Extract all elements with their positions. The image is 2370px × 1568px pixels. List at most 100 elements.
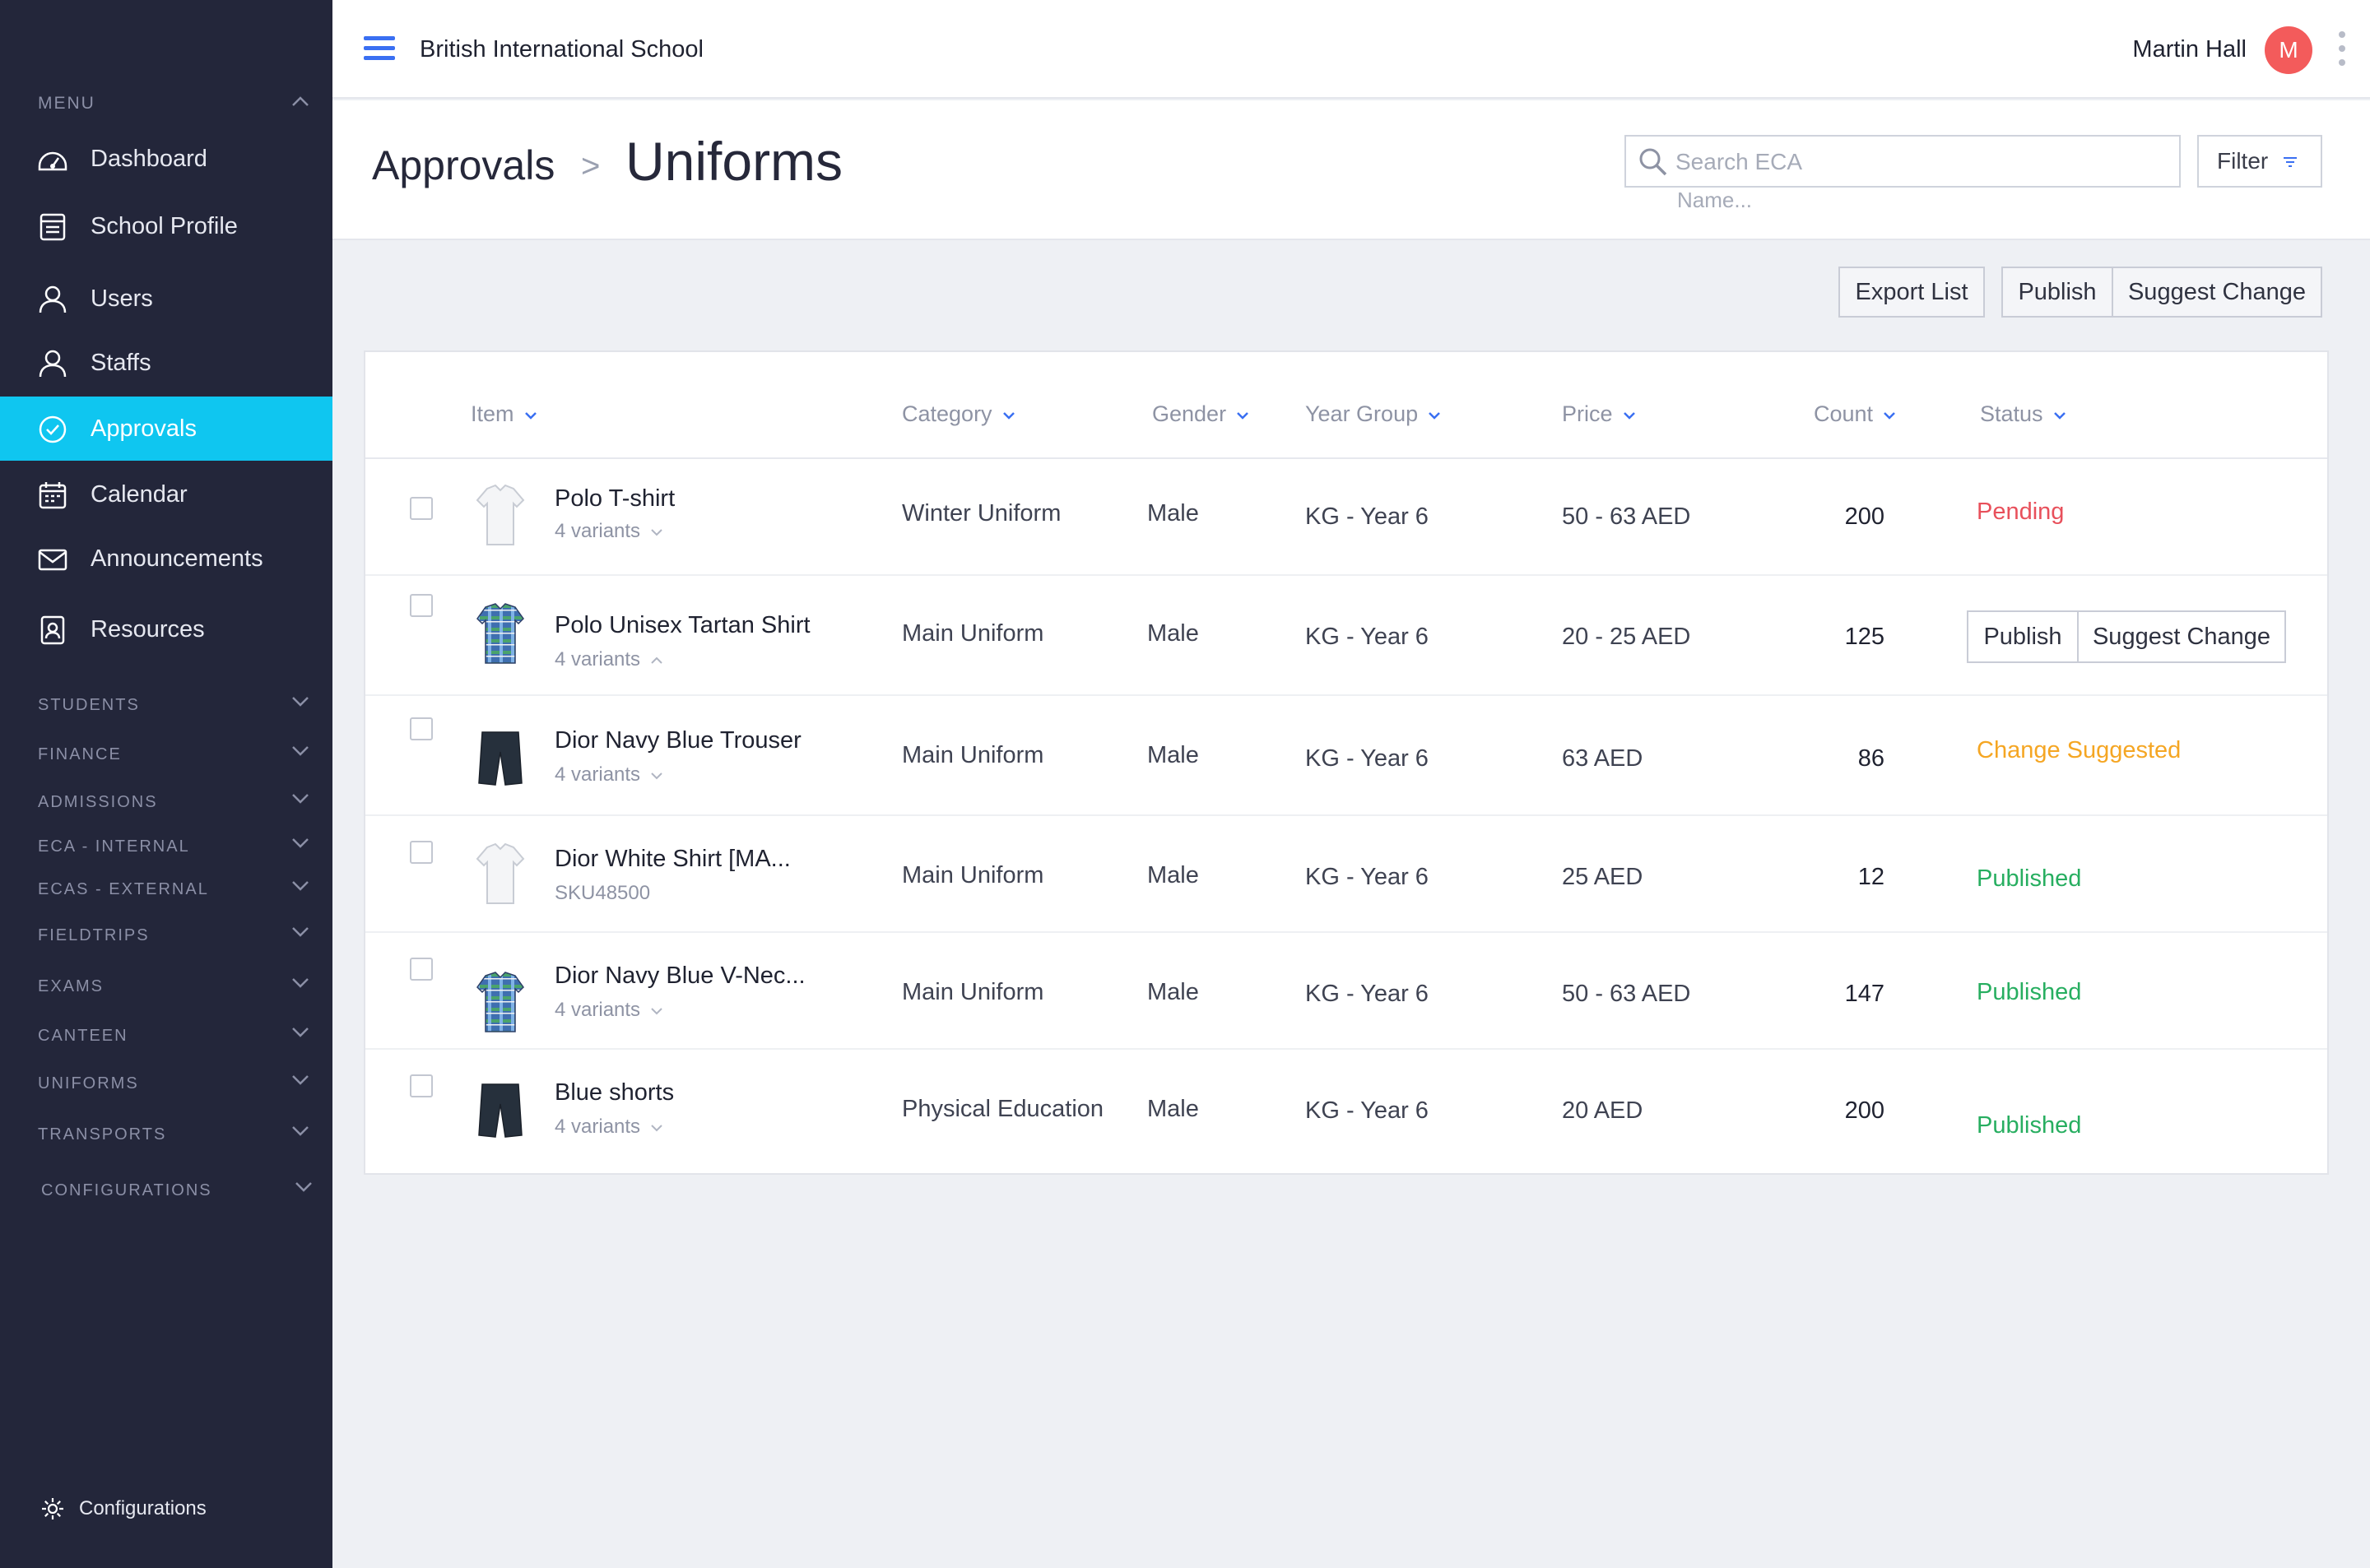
- table-row[interactable]: Blue shorts 4 variants Physical Educatio…: [365, 1050, 2327, 1173]
- sidebar-section-fieldtrips[interactable]: FIELDTRIPS: [38, 926, 309, 946]
- chevron-down-icon: [651, 1124, 662, 1132]
- table-row[interactable]: Polo T-shirt 4 variants Winter Uniform M…: [365, 459, 2327, 576]
- cell-price: 25 AED: [1562, 864, 1643, 890]
- suggest-change-button[interactable]: Suggest Change: [2112, 267, 2322, 318]
- item-variants[interactable]: 4 variants: [555, 1116, 663, 1139]
- sidebar-section-label: ECA - INTERNAL: [38, 837, 190, 856]
- table-row[interactable]: Dior White Shirt [MA... SKU48500 Main Un…: [365, 816, 2327, 933]
- chevron-down-icon: [2053, 411, 2066, 420]
- sidebar-section-configurations[interactable]: CONFIGURATIONS: [41, 1181, 313, 1201]
- sidebar-item-calendar[interactable]: Calendar: [0, 462, 332, 527]
- item-name[interactable]: Dior Navy Blue Trouser: [555, 727, 802, 754]
- sidebar-section-label: FIELDTRIPS: [38, 926, 150, 944]
- sidebar-item-label: Resources: [91, 615, 205, 643]
- item-name[interactable]: Polo Unisex Tartan Shirt: [555, 612, 811, 639]
- search-box[interactable]: [1624, 135, 2181, 188]
- chevron-down-icon: [292, 1126, 309, 1136]
- sidebar-section-students[interactable]: STUDENTS: [38, 696, 309, 716]
- more-options-icon[interactable]: [2339, 31, 2347, 69]
- sidebar-item-dashboard[interactable]: Dashboard: [0, 127, 332, 191]
- filter-button[interactable]: Filter: [2197, 135, 2322, 188]
- sidebar-item-label: Announcements: [91, 545, 263, 572]
- row-publish-button[interactable]: Publish: [1967, 610, 2079, 663]
- sidebar-configurations-link[interactable]: Configurations: [40, 1494, 207, 1524]
- row-checkbox[interactable]: [410, 841, 433, 864]
- column-header-count[interactable]: Count: [1814, 401, 1896, 427]
- row-checkbox[interactable]: [410, 958, 433, 981]
- item-variants[interactable]: 4 variants: [555, 763, 663, 786]
- export-list-button[interactable]: Export List: [1838, 267, 1985, 318]
- sidebar-section-eca-internal[interactable]: ECA - INTERNAL: [38, 837, 309, 857]
- sidebar-item-label: Calendar: [91, 480, 188, 508]
- column-header-item[interactable]: Item: [471, 401, 537, 427]
- search-input[interactable]: [1675, 146, 2169, 178]
- sidebar-item-users[interactable]: Users: [0, 267, 332, 331]
- school-name: British International School: [420, 36, 704, 63]
- table-row[interactable]: Polo Unisex Tartan Shirt 4 variants Main…: [365, 576, 2327, 696]
- search-icon: [1639, 148, 1667, 176]
- row-checkbox[interactable]: [410, 717, 433, 740]
- tartan-shirt-icon: [476, 972, 524, 1032]
- avatar[interactable]: M: [2265, 26, 2312, 74]
- column-header-status[interactable]: Status: [1980, 401, 2066, 427]
- chevron-down-icon: [292, 978, 309, 988]
- column-header-price[interactable]: Price: [1562, 401, 1636, 427]
- cell-year-group: KG - Year 6: [1305, 745, 1429, 772]
- chevron-up-icon: [651, 656, 662, 664]
- row-suggest-change-button[interactable]: Suggest Change: [2077, 610, 2286, 663]
- chevron-down-icon: [292, 794, 309, 804]
- hamburger-menu-icon[interactable]: [364, 36, 395, 64]
- sidebar-item-resources[interactable]: Resources: [0, 597, 332, 661]
- menu-heading[interactable]: MENU: [38, 94, 309, 113]
- menu-heading-label: MENU: [38, 94, 95, 113]
- sidebar-item-school-profile[interactable]: School Profile: [0, 194, 332, 258]
- publish-button[interactable]: Publish: [2001, 267, 2113, 318]
- item-sku: SKU48500: [555, 882, 651, 904]
- column-header-year-group[interactable]: Year Group: [1305, 401, 1441, 427]
- item-variants[interactable]: 4 variants: [555, 520, 663, 543]
- sidebar-item-approvals[interactable]: Approvals: [0, 397, 332, 461]
- calendar-icon: [39, 482, 67, 509]
- table-row[interactable]: Dior Navy Blue V-Nec... 4 variants Main …: [365, 933, 2327, 1050]
- item-name[interactable]: Blue shorts: [555, 1079, 674, 1106]
- sidebar-section-transports[interactable]: TRANSPORTS: [38, 1125, 309, 1145]
- item-variants[interactable]: 4 variants: [555, 999, 663, 1022]
- row-checkbox[interactable]: [410, 497, 433, 520]
- sidebar-section-canteen[interactable]: CANTEEN: [38, 1027, 309, 1046]
- item-name[interactable]: Dior Navy Blue V-Nec...: [555, 963, 806, 990]
- item-variants[interactable]: 4 variants: [555, 648, 663, 671]
- user-icon: [39, 285, 67, 313]
- row-checkbox[interactable]: [410, 1074, 433, 1097]
- column-header-label: Price: [1562, 401, 1613, 426]
- chevron-down-icon: [1429, 411, 1440, 420]
- sidebar-item-staffs[interactable]: Staffs: [0, 331, 332, 395]
- sidebar-section-label: TRANSPORTS: [38, 1125, 167, 1144]
- sidebar-section-admissions[interactable]: ADMISSIONS: [38, 793, 309, 813]
- chevron-down-icon: [295, 1182, 312, 1192]
- user-name[interactable]: Martin Hall: [2132, 36, 2247, 63]
- resources-icon: [40, 615, 65, 645]
- status-badge: Pending: [1977, 499, 2065, 525]
- sidebar-section-ecas-external[interactable]: ECAS - EXTERNAL: [38, 880, 309, 900]
- cell-year-group: KG - Year 6: [1305, 503, 1429, 530]
- row-checkbox[interactable]: [410, 594, 433, 617]
- cell-year-group: KG - Year 6: [1305, 624, 1429, 650]
- filter-label: Filter: [2217, 148, 2269, 174]
- chevron-down-icon: [292, 1028, 309, 1037]
- breadcrumb-approvals[interactable]: Approvals: [372, 141, 555, 189]
- chevron-down-icon: [292, 1075, 309, 1085]
- sidebar-item-label: Users: [91, 285, 153, 312]
- sidebar-item-announcements[interactable]: Announcements: [0, 527, 332, 591]
- sidebar-section-finance[interactable]: FINANCE: [38, 745, 309, 765]
- sidebar-section-uniforms[interactable]: UNIFORMS: [38, 1074, 309, 1094]
- chevron-down-icon: [292, 838, 309, 848]
- sidebar-section-exams[interactable]: EXAMS: [38, 977, 309, 997]
- column-header-category[interactable]: Category: [902, 401, 1015, 427]
- navy-shorts-icon: [478, 1083, 523, 1138]
- item-name[interactable]: Polo T-shirt: [555, 485, 675, 513]
- column-header-gender[interactable]: Gender: [1152, 401, 1249, 427]
- gear-icon: [42, 1498, 63, 1519]
- item-name[interactable]: Dior White Shirt [MA...: [555, 846, 791, 873]
- table-row[interactable]: Dior Navy Blue Trouser 4 variants Main U…: [365, 696, 2327, 816]
- column-header-label: Status: [1980, 401, 2043, 426]
